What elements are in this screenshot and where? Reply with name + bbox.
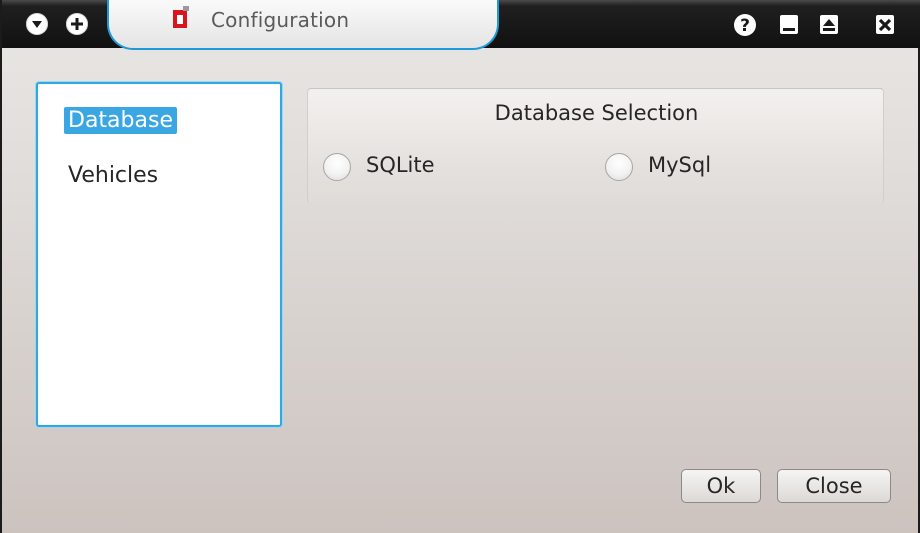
close-icon[interactable] xyxy=(872,12,898,38)
mysql-radio[interactable] xyxy=(605,153,633,181)
help-icon[interactable]: ? xyxy=(732,12,758,38)
sidebar-item-vehicles[interactable]: Vehicles xyxy=(64,162,162,189)
group-title: Database Selection xyxy=(494,101,699,125)
database-selection-group: Database Selection SQLite MySql xyxy=(307,88,884,204)
minimize-icon[interactable] xyxy=(776,12,802,38)
menu-down-icon[interactable] xyxy=(26,13,48,35)
window-title: Configuration xyxy=(211,8,350,32)
configuration-window: Configuration ? Database Vehicles Databa… xyxy=(0,0,920,533)
sidebar-item-database[interactable]: Database xyxy=(64,107,177,134)
app-red-square-icon xyxy=(171,6,191,30)
ok-button[interactable]: Ok xyxy=(681,469,761,503)
svg-text:?: ? xyxy=(740,16,750,36)
sqlite-radio[interactable] xyxy=(323,153,351,181)
pin-plus-icon[interactable] xyxy=(66,13,88,35)
maximize-icon[interactable] xyxy=(816,12,842,38)
mysql-label[interactable]: MySql xyxy=(648,153,711,177)
sqlite-label[interactable]: SQLite xyxy=(366,153,435,177)
title-bar: Configuration ? xyxy=(2,0,920,50)
category-list[interactable]: Database Vehicles xyxy=(36,82,282,427)
title-pill: Configuration xyxy=(107,0,499,50)
close-button[interactable]: Close xyxy=(777,469,891,503)
